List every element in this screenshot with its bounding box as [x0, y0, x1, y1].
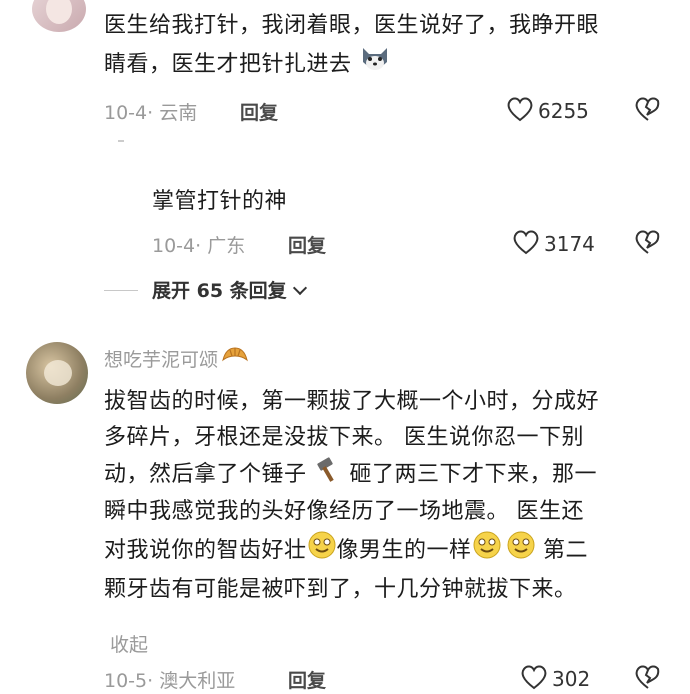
- comment-line: 医生给我打针，我闭着眼，医生说好了，我睁开眼: [104, 13, 600, 38]
- hammer-icon: [314, 456, 342, 494]
- comment-line: 拔智齿的时候，第一颗拔了大概一个小时，分成好: [104, 389, 600, 414]
- smile-emoji-icon: [307, 530, 337, 572]
- comment-meta: 10-5· 澳大利亚: [104, 666, 235, 693]
- dislike-button[interactable]: [634, 96, 662, 126]
- husky-emoji-icon: [359, 44, 391, 86]
- comment-line: 动，然后拿了个锤子: [104, 462, 307, 487]
- broken-heart-icon: [634, 97, 662, 126]
- like-count: 3174: [544, 232, 595, 256]
- collapse-button[interactable]: 收起: [110, 630, 148, 657]
- like-button[interactable]: 6255: [506, 96, 589, 126]
- comment-text: 拔智齿的时候，第一颗拔了大概一个小时，分成好 多碎片，牙根还是没拔下来。 医生说…: [104, 384, 674, 608]
- like-button[interactable]: 302: [520, 664, 590, 694]
- comment-line: 像男生的一样: [336, 538, 472, 563]
- expand-line: [104, 290, 138, 291]
- smile-emoji-icon: [472, 530, 502, 572]
- reply-comment-text: 掌管打针的神: [152, 189, 288, 214]
- like-button[interactable]: 3174: [512, 229, 595, 259]
- like-count: 6255: [538, 99, 589, 123]
- heart-icon: [512, 229, 540, 259]
- date-location: 10-5· 澳大利亚: [104, 670, 236, 692]
- smile-emoji-icon: [506, 530, 536, 572]
- dislike-button[interactable]: [634, 664, 662, 694]
- comment-line: 砸了两三下才下来，那一: [349, 462, 598, 487]
- broken-heart-icon: [634, 230, 662, 259]
- comment-line: 多碎片，牙根还是没拔下来。 医生说你忍一下别: [104, 425, 584, 450]
- croissant-icon: [220, 344, 250, 373]
- reply-button[interactable]: 回复: [240, 98, 278, 125]
- broken-heart-icon: [634, 665, 662, 694]
- comment-line: 对我说你的智齿好壮: [104, 538, 307, 563]
- avatar[interactable]: [26, 342, 88, 404]
- dislike-button[interactable]: [634, 229, 662, 259]
- divider-dot: [118, 140, 124, 142]
- expand-replies-button[interactable]: 展开 65 条回复: [152, 276, 307, 303]
- comment-line: 第二: [535, 538, 589, 563]
- heart-icon: [520, 664, 548, 694]
- avatar[interactable]: [32, 0, 86, 32]
- comment-meta: 10-4· 云南: [104, 98, 197, 125]
- comment-meta: 10-4· 广东: [152, 231, 245, 258]
- date-location: 10-4· 云南: [104, 102, 198, 124]
- comment-text: 医生给我打针，我闭着眼，医生说好了，我睁开眼 睛看，医生才把针扎进去: [104, 8, 674, 86]
- comment-line: 颗牙齿有可能是被吓到了，十几分钟就拔下来。: [104, 577, 577, 602]
- reply-button[interactable]: 回复: [288, 231, 326, 258]
- date-location: 10-4· 广东: [152, 235, 246, 257]
- like-count: 302: [552, 667, 591, 691]
- reply-button[interactable]: 回复: [288, 666, 326, 693]
- heart-icon: [506, 96, 534, 126]
- comment-line: 睛看，医生才把针扎进去: [104, 52, 352, 77]
- username[interactable]: 想吃芋泥可颂: [104, 344, 250, 373]
- comment-line: 瞬中我感觉我的头好像经历了一场地震。 医生还: [104, 499, 584, 524]
- chevron-down-icon: [292, 280, 307, 296]
